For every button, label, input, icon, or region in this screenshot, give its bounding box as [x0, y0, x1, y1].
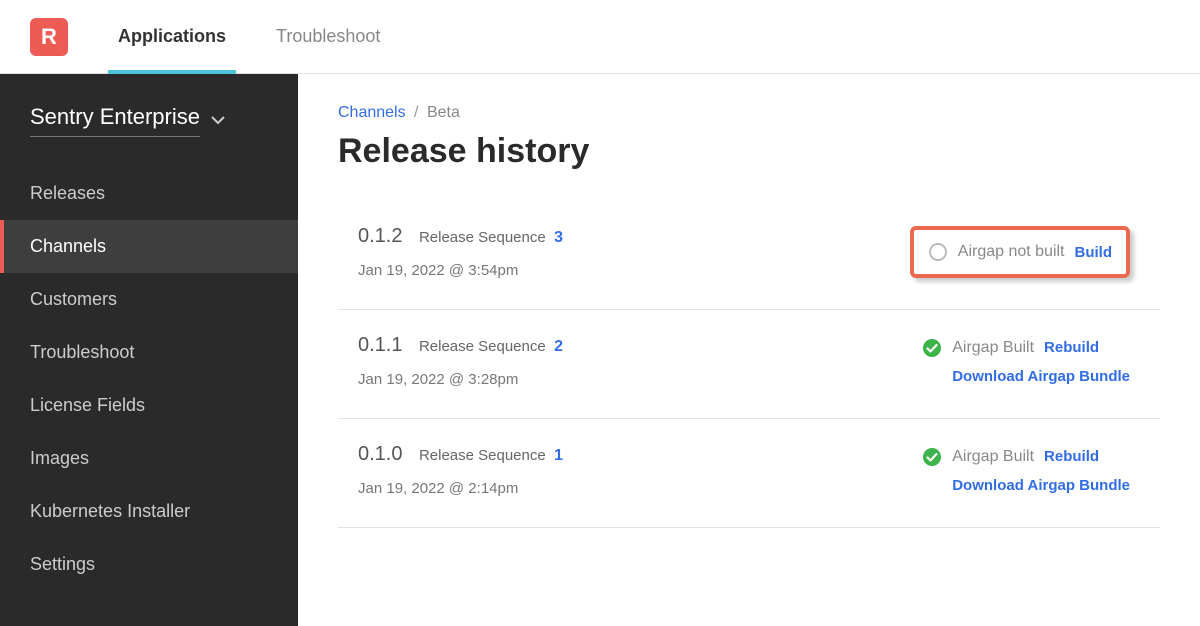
sidebar-item-license-fields[interactable]: License Fields — [0, 379, 298, 432]
sidenav: Releases Channels Customers Troubleshoot… — [0, 167, 298, 591]
release-version: 0.1.0 — [358, 443, 402, 465]
breadcrumb-separator: / — [410, 104, 423, 121]
topbar: R Applications Troubleshoot — [0, 0, 1200, 74]
breadcrumb-current: Beta — [427, 104, 460, 121]
sidebar-item-settings[interactable]: Settings — [0, 538, 298, 591]
main-content: Channels / Beta Release history 0.1.2 Re… — [298, 74, 1200, 626]
release-sequence-number[interactable]: 1 — [554, 447, 563, 464]
app-logo[interactable]: R — [30, 18, 68, 56]
page-title: Release history — [338, 132, 1160, 171]
breadcrumb-root[interactable]: Channels — [338, 104, 406, 121]
release-sequence-label: Release Sequence — [419, 229, 546, 246]
breadcrumb: Channels / Beta — [338, 104, 1160, 122]
sidebar-item-kubernetes-installer[interactable]: Kubernetes Installer — [0, 485, 298, 538]
download-airgap-link[interactable]: Download Airgap Bundle — [952, 368, 1130, 385]
circle-empty-icon — [928, 242, 948, 262]
check-circle-icon — [922, 447, 942, 467]
release-sequence-label: Release Sequence — [419, 447, 546, 464]
check-circle-icon — [922, 338, 942, 358]
topnav-troubleshoot[interactable]: Troubleshoot — [276, 0, 380, 73]
topnav: Applications Troubleshoot — [118, 0, 380, 73]
sidebar-item-troubleshoot[interactable]: Troubleshoot — [0, 326, 298, 379]
release-date: Jan 19, 2022 @ 3:28pm — [358, 371, 563, 388]
release-row: 0.1.1 Release Sequence 2 Jan 19, 2022 @ … — [338, 310, 1160, 419]
project-selector[interactable]: Sentry Enterprise — [0, 104, 298, 147]
airgap-status-text: Airgap Built — [952, 448, 1034, 466]
rebuild-button[interactable]: Rebuild — [1044, 448, 1099, 465]
airgap-status-text: Airgap Built — [952, 339, 1034, 357]
sidebar-item-images[interactable]: Images — [0, 432, 298, 485]
release-date: Jan 19, 2022 @ 3:54pm — [358, 262, 563, 279]
release-sequence-label: Release Sequence — [419, 338, 546, 355]
project-name: Sentry Enterprise — [30, 104, 200, 137]
sidebar: Sentry Enterprise Releases Channels Cust… — [0, 74, 298, 626]
rebuild-button[interactable]: Rebuild — [1044, 339, 1099, 356]
download-airgap-link[interactable]: Download Airgap Bundle — [952, 477, 1130, 494]
chevron-down-icon — [210, 113, 226, 129]
release-version: 0.1.1 — [358, 334, 402, 356]
airgap-highlight: Airgap not built Build — [910, 226, 1130, 278]
build-button[interactable]: Build — [1075, 244, 1113, 261]
sidebar-item-releases[interactable]: Releases — [0, 167, 298, 220]
release-sequence-number[interactable]: 3 — [554, 229, 563, 246]
sidebar-item-channels[interactable]: Channels — [0, 220, 298, 273]
topnav-applications[interactable]: Applications — [118, 0, 226, 73]
release-row: 0.1.0 Release Sequence 1 Jan 19, 2022 @ … — [338, 419, 1160, 528]
release-date: Jan 19, 2022 @ 2:14pm — [358, 480, 563, 497]
release-sequence-number[interactable]: 2 — [554, 338, 563, 355]
release-row: 0.1.2 Release Sequence 3 Jan 19, 2022 @ … — [338, 201, 1160, 310]
release-version: 0.1.2 — [358, 225, 402, 247]
airgap-status-text: Airgap not built — [958, 243, 1065, 261]
sidebar-item-customers[interactable]: Customers — [0, 273, 298, 326]
